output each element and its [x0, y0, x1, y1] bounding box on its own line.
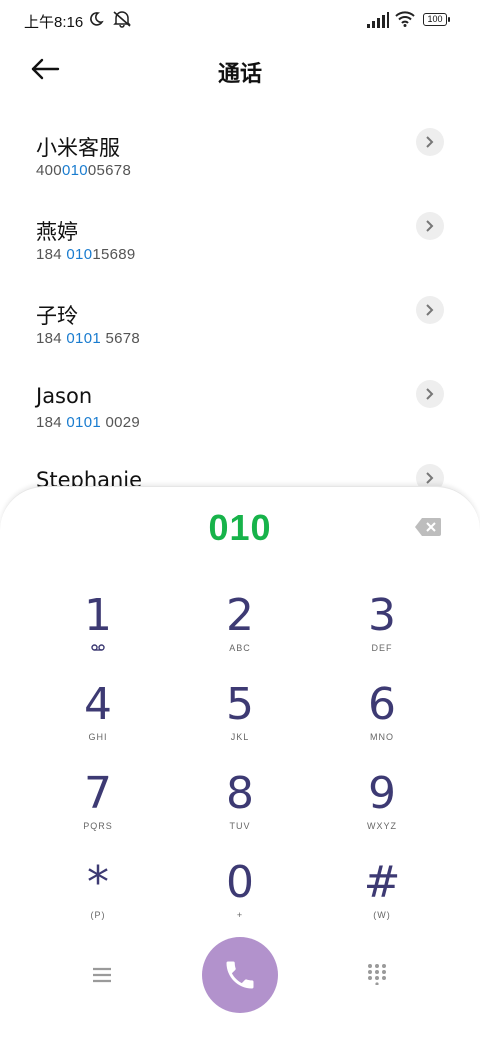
key-digit: 4 [84, 679, 112, 730]
contact-name: Jason [36, 384, 93, 408]
key-letters: ABC [229, 643, 251, 653]
key-2[interactable]: 2 ABC [185, 591, 295, 671]
key-7[interactable]: 7 PQRS [43, 769, 153, 849]
phone-icon [226, 961, 254, 989]
status-time: 上午8:16 [24, 14, 84, 31]
mute-icon [113, 11, 131, 28]
key-digit: 0 [226, 857, 254, 908]
key-hash[interactable]: # (W) [327, 858, 437, 938]
key-6[interactable]: 6 MNO [327, 680, 437, 760]
wifi-icon [395, 11, 415, 27]
key-letters: DEF [371, 643, 393, 653]
backspace-icon [415, 518, 441, 536]
voicemail-icon [91, 644, 105, 651]
battery-indicator: 100 [423, 13, 450, 26]
key-digit: 5 [226, 679, 254, 730]
menu-icon [93, 967, 111, 983]
list-item[interactable]: 燕婷 184 01015689 [0, 194, 480, 278]
key-digit: * [87, 857, 109, 908]
list-item[interactable]: 子玲 184 0101 5678 [0, 278, 480, 362]
key-letters: WXYZ [367, 821, 397, 831]
contact-list: 小米客服 40001005678 燕婷 184 01015689 子玲 184 … [0, 110, 480, 530]
dial-display: 010 [208, 507, 272, 548]
moon-icon [90, 12, 104, 26]
key-letters: JKL [230, 732, 250, 742]
status-bar: 上午8:16 100 [0, 0, 480, 40]
key-digit: 9 [368, 768, 396, 819]
key-letters: PQRS [83, 821, 113, 831]
contact-name: 子玲 [36, 304, 78, 328]
chevron-right-icon [426, 220, 434, 232]
key-letters: (W) [373, 910, 391, 920]
key-0[interactable]: 0 + [185, 858, 295, 938]
delete-button[interactable] [414, 517, 442, 537]
key-9[interactable]: 9 WXYZ [327, 769, 437, 849]
key-digit: # [363, 857, 401, 908]
key-digit: 3 [368, 590, 396, 641]
menu-button[interactable] [88, 961, 116, 989]
key-letters: + [236, 910, 244, 920]
key-digit: 8 [226, 768, 254, 819]
key-letters: GHI [88, 732, 108, 742]
contact-number: 40001005678 [36, 162, 132, 179]
contact-detail-button[interactable] [416, 212, 444, 240]
contact-detail-button[interactable] [416, 296, 444, 324]
contact-number: 184 01015689 [36, 246, 136, 263]
page-title: 通话 [217, 62, 262, 87]
key-letters: MNO [370, 732, 394, 742]
signal-icon [367, 12, 389, 28]
contact-detail-button[interactable] [416, 128, 444, 156]
dialpad-panel: 010 1 2 ABC 3 DEF 4 GHI 5 JKL 6 MNO 7 PQ… [0, 486, 480, 1041]
chevron-right-icon [426, 136, 434, 148]
call-button[interactable] [202, 937, 278, 1013]
key-5[interactable]: 5 JKL [185, 680, 295, 760]
key-4[interactable]: 4 GHI [43, 680, 153, 760]
contact-number: 184 0101 0029 [36, 414, 141, 431]
key-letters: (P) [90, 910, 106, 920]
contact-name: 燕婷 [36, 220, 78, 244]
header: 通话 [0, 40, 480, 100]
key-letters: TUV [229, 821, 251, 831]
contact-number: 184 0101 5678 [36, 330, 141, 347]
key-star[interactable]: * (P) [43, 858, 153, 938]
key-digit: 2 [226, 590, 254, 641]
key-digit: 1 [84, 590, 112, 641]
dialpad-toggle-button[interactable] [366, 963, 388, 986]
contact-name: 小米客服 [36, 136, 120, 160]
list-item[interactable]: 小米客服 40001005678 [0, 110, 480, 194]
key-1[interactable]: 1 [43, 591, 153, 671]
chevron-right-icon [426, 388, 434, 400]
contact-detail-button[interactable] [416, 380, 444, 408]
key-digit: 6 [368, 679, 396, 730]
dialpad-icon [368, 964, 386, 986]
chevron-right-icon [426, 304, 434, 316]
chevron-right-icon [426, 472, 434, 484]
list-item[interactable]: Jason 184 0101 0029 [0, 362, 480, 446]
key-digit: 7 [84, 768, 112, 819]
key-8[interactable]: 8 TUV [185, 769, 295, 849]
key-3[interactable]: 3 DEF [327, 591, 437, 671]
